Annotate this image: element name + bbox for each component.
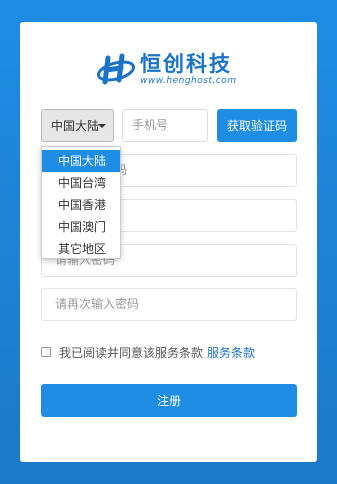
- agree-text: 我已阅读并同意该服务条款: [59, 345, 204, 360]
- logo-icon: [96, 53, 136, 85]
- dropdown-option[interactable]: 中国香港: [42, 194, 120, 216]
- agree-row: 我已阅读并同意该服务条款 服务条款: [41, 344, 255, 360]
- terms-link[interactable]: 服务条款: [207, 344, 255, 361]
- dropdown-option[interactable]: 其它地区: [42, 238, 120, 260]
- brand-url: www.henghost.com: [140, 76, 237, 86]
- brand-name: 恒创科技: [140, 52, 232, 76]
- dropdown-option[interactable]: 中国大陆: [42, 150, 120, 172]
- register-card: 恒创科技 www.henghost.com 中国大陆 手机号 获取验证码 请输入…: [20, 22, 317, 462]
- brand-logo: 恒创科技 www.henghost.com: [96, 50, 256, 106]
- dropdown-option[interactable]: 中国台湾: [42, 172, 120, 194]
- caret-down-icon: [98, 124, 106, 128]
- country-select[interactable]: 中国大陆: [41, 109, 114, 142]
- country-dropdown: 中国大陆 中国台湾 中国香港 中国澳门 其它地区: [41, 146, 121, 259]
- dropdown-option[interactable]: 中国澳门: [42, 216, 120, 238]
- country-selected-value: 中国大陆: [51, 119, 99, 133]
- agree-checkbox[interactable]: [41, 347, 51, 357]
- confirm-password-input[interactable]: 请再次输入密码: [41, 288, 297, 321]
- register-button[interactable]: 注册: [41, 384, 297, 417]
- phone-input[interactable]: 手机号: [122, 109, 208, 142]
- get-code-button[interactable]: 获取验证码: [217, 109, 297, 142]
